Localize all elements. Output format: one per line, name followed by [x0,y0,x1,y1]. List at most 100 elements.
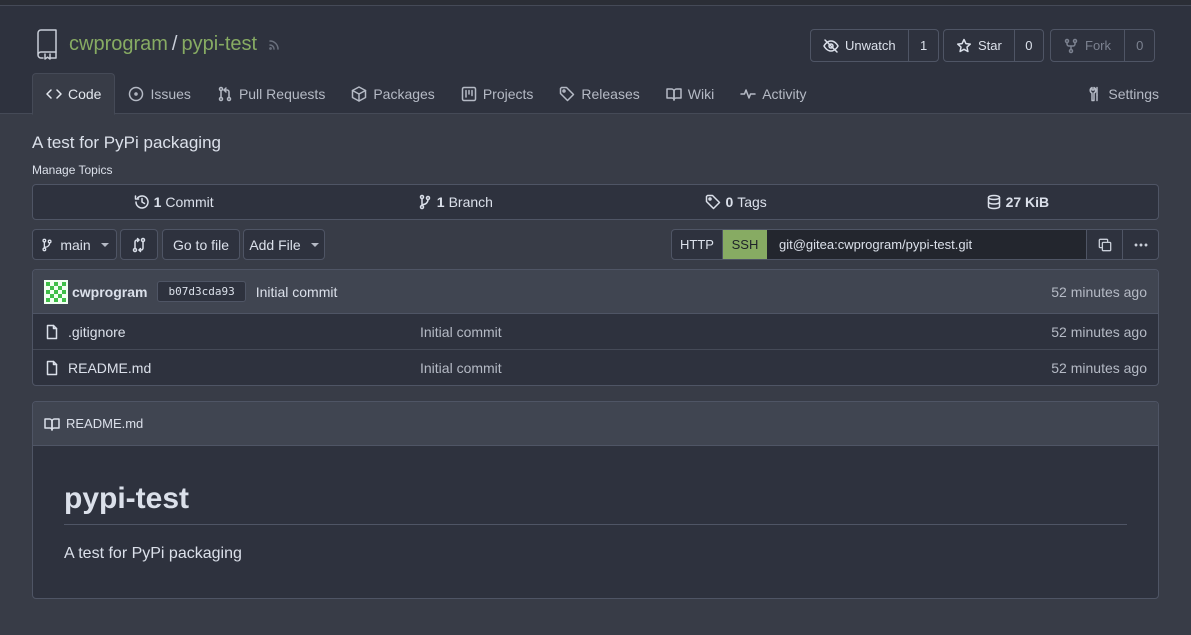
tab-wiki[interactable]: Wiki [653,73,727,114]
readme-panel: README.md pypi-test A test for PyPi pack… [32,401,1159,599]
kebab-horizontal-icon [1133,237,1149,253]
eye-slash-icon [823,38,839,54]
issue-icon [128,86,144,102]
branches-count: 1 [436,194,445,210]
copy-url-button[interactable] [1086,230,1122,259]
latest-commit-row: cwprogram b07d3cda93 Initial commit 52 m… [33,270,1158,314]
tags-count: 0 [725,194,734,210]
chevron-down-icon [100,242,109,247]
file-icon [44,360,60,376]
commits-label: Commit [165,194,214,210]
book-icon [666,86,682,102]
tab-issues[interactable]: Issues [115,73,203,114]
repo-name-link[interactable]: pypi-test [181,33,257,56]
avatar[interactable] [44,279,68,304]
commits-stat[interactable]: 1 Commit [33,185,314,219]
fork-icon [1063,38,1079,54]
database-icon [986,194,1002,210]
clone-panel: HTTP SSH git@gitea:cwprogram/pypi-test.g… [671,229,1159,260]
star-label: Star [978,38,1002,53]
tab-label: Releases [581,85,640,102]
pull-request-icon [217,86,233,102]
watchers-count[interactable]: 1 [908,30,938,61]
tab-label: Wiki [687,85,715,102]
tab-label: Code [68,86,102,102]
file-list: cwprogram b07d3cda93 Initial commit 52 m… [32,269,1159,386]
pulse-icon [740,86,756,102]
commit-age: 52 minutes ago [1051,283,1147,300]
unwatch-label: Unwatch [845,38,896,53]
more-options-button[interactable] [1122,230,1158,259]
tags-stat[interactable]: 0 Tags [596,185,877,219]
project-icon [461,86,477,102]
repo-owner-link[interactable]: cwprogram [69,33,168,56]
settings-label: Settings [1108,85,1159,102]
history-icon [134,194,150,210]
commit-sha[interactable]: b07d3cda93 [157,281,246,302]
tab-projects[interactable]: Projects [448,73,547,114]
readme-heading: pypi-test [64,482,1127,525]
fork-button-group: Fork 0 [1050,29,1155,62]
ssh-clone-button[interactable]: SSH [723,230,767,259]
tab-releases[interactable]: Releases [546,73,652,114]
repo-header: cwprogram / pypi-test Unwatch 1 Star 0 F… [0,6,1191,115]
tab-label: Activity [762,85,807,102]
repo-tabs: Code Issues Pull Requests Packages Proje… [32,73,820,115]
star-button[interactable]: Star [944,30,1014,61]
tags-label: Tags [737,194,767,210]
chevron-down-icon [310,242,319,247]
commit-author[interactable]: cwprogram [72,284,147,300]
branch-icon [417,194,433,210]
file-age: 52 minutes ago [1051,360,1147,376]
repo-stats-bar: 1 Commit 1 Branch 0 Tags 27 KiB [32,184,1159,220]
rss-icon[interactable] [267,36,283,52]
tab-pull-requests[interactable]: Pull Requests [204,73,338,114]
repo-title: cwprogram / pypi-test [34,26,283,62]
stars-count[interactable]: 0 [1013,30,1043,61]
size-stat: 27 KiB [877,185,1158,219]
tab-packages[interactable]: Packages [338,73,447,114]
tab-settings[interactable]: Settings [1086,73,1159,114]
http-clone-button[interactable]: HTTP [672,230,723,259]
branches-stat[interactable]: 1 Branch [314,185,595,219]
add-file-button[interactable]: Add File [243,229,325,260]
tab-label: Packages [373,85,435,102]
star-icon [956,38,972,54]
clone-url-input[interactable]: git@gitea:cwprogram/pypi-test.git [767,230,1086,259]
tab-label: Pull Requests [238,85,326,102]
compare-button[interactable] [120,229,158,260]
readme-filename[interactable]: README.md [66,416,143,431]
table-row: .gitignore Initial commit 52 minutes ago [33,314,1158,350]
compare-icon [131,237,147,253]
tab-activity[interactable]: Activity [727,73,819,114]
copy-icon [1098,238,1112,252]
readme-header: README.md [33,402,1158,446]
file-commit-message[interactable]: Initial commit [420,324,502,340]
repo-separator: / [171,32,178,55]
unwatch-button-group: Unwatch 1 [810,29,939,62]
commits-count: 1 [153,194,162,210]
file-name[interactable]: README.md [68,360,151,376]
tab-label: Projects [482,85,534,102]
branches-label: Branch [448,194,493,210]
unwatch-button[interactable]: Unwatch [811,30,908,61]
branch-name: main [60,236,91,253]
file-commit-message[interactable]: Initial commit [420,360,502,376]
tab-label: Issues [150,85,191,102]
file-name[interactable]: .gitignore [68,324,126,340]
add-file-label: Add File [249,236,301,253]
forks-count[interactable]: 0 [1124,30,1154,61]
table-row: README.md Initial commit 52 minutes ago [33,350,1158,385]
tag-icon [559,86,575,102]
readme-text: A test for PyPi packaging [64,545,242,562]
tools-icon [1086,86,1102,102]
go-to-file-button[interactable]: Go to file [162,229,240,260]
fork-button[interactable]: Fork [1051,30,1124,61]
tab-code[interactable]: Code [32,73,116,115]
file-icon [44,324,60,340]
branch-selector[interactable]: main [32,229,117,260]
commit-message[interactable]: Initial commit [256,284,338,300]
repo-size: 27 KiB [1005,194,1050,210]
manage-topics-link[interactable]: Manage Topics [32,163,113,177]
readme-content: pypi-test A test for PyPi packaging [33,446,1158,563]
